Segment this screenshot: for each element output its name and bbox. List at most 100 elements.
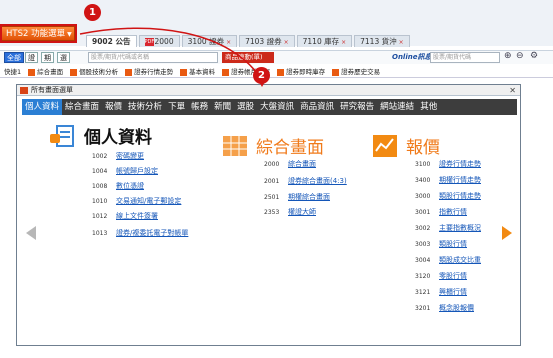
quick-item[interactable]: 綜合畫面 [28,66,63,76]
quote-link-dropdown[interactable]: 商品連動(單) [222,52,274,63]
item-label: 密碼變更 [116,152,144,160]
profile-form-icon [50,124,76,148]
app-logo-icon [20,87,28,94]
item-label: 零股行情 [439,272,467,280]
nav-product-info[interactable]: 商品資訊 [297,99,337,115]
close-icon[interactable]: × [341,39,346,46]
item-label: 證券綜合畫面(4:3) [288,177,347,185]
shortcut-icon [180,68,188,76]
menu-item[interactable]: 3400 期權行情走勢 [415,174,481,186]
close-icon[interactable]: × [226,39,231,46]
menu-item[interactable]: 1010 交易通知/電子郵設定 [92,195,181,207]
nav-order[interactable]: 下單 [165,99,188,115]
quick-item[interactable]: 基本資料 [180,66,215,76]
nav-quote[interactable]: 報價 [102,99,125,115]
tab-7103[interactable]: 7103 證券 × [239,35,295,47]
gear-icon[interactable]: ⚙ [530,51,538,61]
menu-item[interactable]: 2000 綜合畫面 [264,158,316,170]
item-label: 類股行情 [439,240,467,248]
menu-item[interactable]: 1013 證券/複委託電子對帳單 [92,227,188,239]
highlight-box [0,24,77,43]
shortcut-icon [277,68,285,76]
item-code: 1008 [92,183,108,190]
code-search-input[interactable]: 股票/期貨代碼 [430,52,500,63]
tab-3100[interactable]: 3100 證券 × [181,35,238,47]
nav-news[interactable]: 新聞 [211,99,234,115]
market-options-button[interactable]: 選 [57,52,70,63]
menu-item[interactable]: 3121 興櫃行情 [415,286,467,298]
section-title: 綜合畫面 [256,138,324,158]
menu-item[interactable]: 2001 證券綜合畫面(4:3) [264,175,347,187]
dialog-titlebar: 所有畫面選單 ✕ [17,85,520,96]
menu-item[interactable]: 3003 類股行情 [415,238,467,250]
next-page-arrow-icon[interactable] [502,226,512,240]
nav-accounts[interactable]: 帳務 [188,99,211,115]
menu-item[interactable]: 3100 證券行情走勢 [415,158,481,170]
shortcut-icon [28,68,36,76]
quick-item[interactable]: 證券歷史交易 [332,66,380,76]
nav-other[interactable]: 其他 [417,99,440,115]
item-label: 帳號歸戶設定 [116,167,158,175]
item-code: 3001 [415,209,431,216]
market-all-button[interactable]: 全部 [4,52,24,63]
tab-9002[interactable]: 9002 公告 [86,35,137,47]
market-futures-button[interactable]: 期 [41,52,54,63]
menu-item[interactable]: 2501 期權綜合畫面 [264,191,330,203]
menu-item[interactable]: 3004 類股成交比重 [415,254,481,266]
tab-label: 2000 [154,37,174,46]
quick-item-label: 基本資料 [189,68,216,76]
item-label: 期權行情走勢 [439,176,481,184]
nav-screener[interactable]: 選股 [234,99,257,115]
close-icon[interactable]: × [284,39,289,46]
quick-item-label: 綜合畫面 [37,68,64,76]
section-quote-header: 報價 [372,133,440,158]
online-message-label[interactable]: Online訊息 [392,52,431,62]
zoom-out-icon[interactable]: ⊖ [516,51,524,61]
item-code: 3003 [415,241,431,248]
nav-links[interactable]: 網站連結 [377,99,417,115]
item-label: 主要指數概況 [439,224,481,232]
nav-technical[interactable]: 技術分析 [125,99,165,115]
quick-item[interactable]: 證券行情走勢 [125,66,173,76]
menu-item[interactable]: 3201 概念股報價 [415,302,474,314]
market-stock-button[interactable]: 證 [25,52,38,63]
tab-7113[interactable]: 7113 貨沖 × [354,35,410,47]
previous-page-arrow-icon[interactable] [26,226,36,240]
menu-item[interactable]: 1008 數位憑證 [92,180,144,192]
item-label: 數位憑證 [116,182,144,190]
quick-item[interactable]: 個股技術分析 [70,66,118,76]
menu-item[interactable]: 3000 類股行情走勢 [415,190,481,202]
menu-item[interactable]: 1002 密碼變更 [92,150,144,162]
search-input[interactable]: 股票/期貨/代碼或名稱 [88,52,218,63]
tab-strip: 9002 公告 PDF2000 3100 證券 × 7103 證券 × 7110 庫… [86,35,412,47]
menu-item[interactable]: 1012 線上文件簽署 [92,210,158,222]
section-title: 個人資料 [84,128,152,148]
menu-item[interactable]: 3002 主要指數概況 [415,222,481,234]
menu-item[interactable]: 3001 指數行情 [415,206,467,218]
quick-item-label: 個股技術分析 [79,68,119,76]
item-label: 證券/複委託電子對帳單 [116,229,189,237]
tab-7110[interactable]: 7110 庫存 × [296,35,353,47]
item-code: 1012 [92,213,108,220]
nav-research[interactable]: 研究報告 [337,99,377,115]
dialog-title: 所有畫面選單 [31,86,73,94]
item-code: 1004 [92,168,108,175]
nav-overview[interactable]: 綜合畫面 [62,99,102,115]
menu-item[interactable]: 2353 權證大師 [264,206,316,218]
item-label: 指數行情 [439,208,467,216]
section-personal-header: 個人資料 [50,123,152,148]
close-icon[interactable]: × [399,39,404,46]
menu-item[interactable]: 1004 帳號歸戶設定 [92,165,158,177]
item-label: 權證大師 [288,208,316,216]
pdf-icon: PDF [144,38,155,46]
nav-personal[interactable]: 個人資料 [22,99,63,115]
close-icon[interactable]: ✕ [509,85,516,96]
quick-item[interactable]: 證券即時庫存 [277,66,325,76]
menu-item[interactable]: 3120 零股行情 [415,270,467,282]
item-label: 交易通知/電子郵設定 [116,197,182,205]
nav-market-info[interactable]: 大盤資訊 [257,99,297,115]
callout-badge-2: 2 [253,67,270,84]
tab-2000[interactable]: PDF2000 [138,35,180,47]
zoom-in-icon[interactable]: ⊕ [504,51,512,61]
item-code: 3120 [415,273,431,280]
